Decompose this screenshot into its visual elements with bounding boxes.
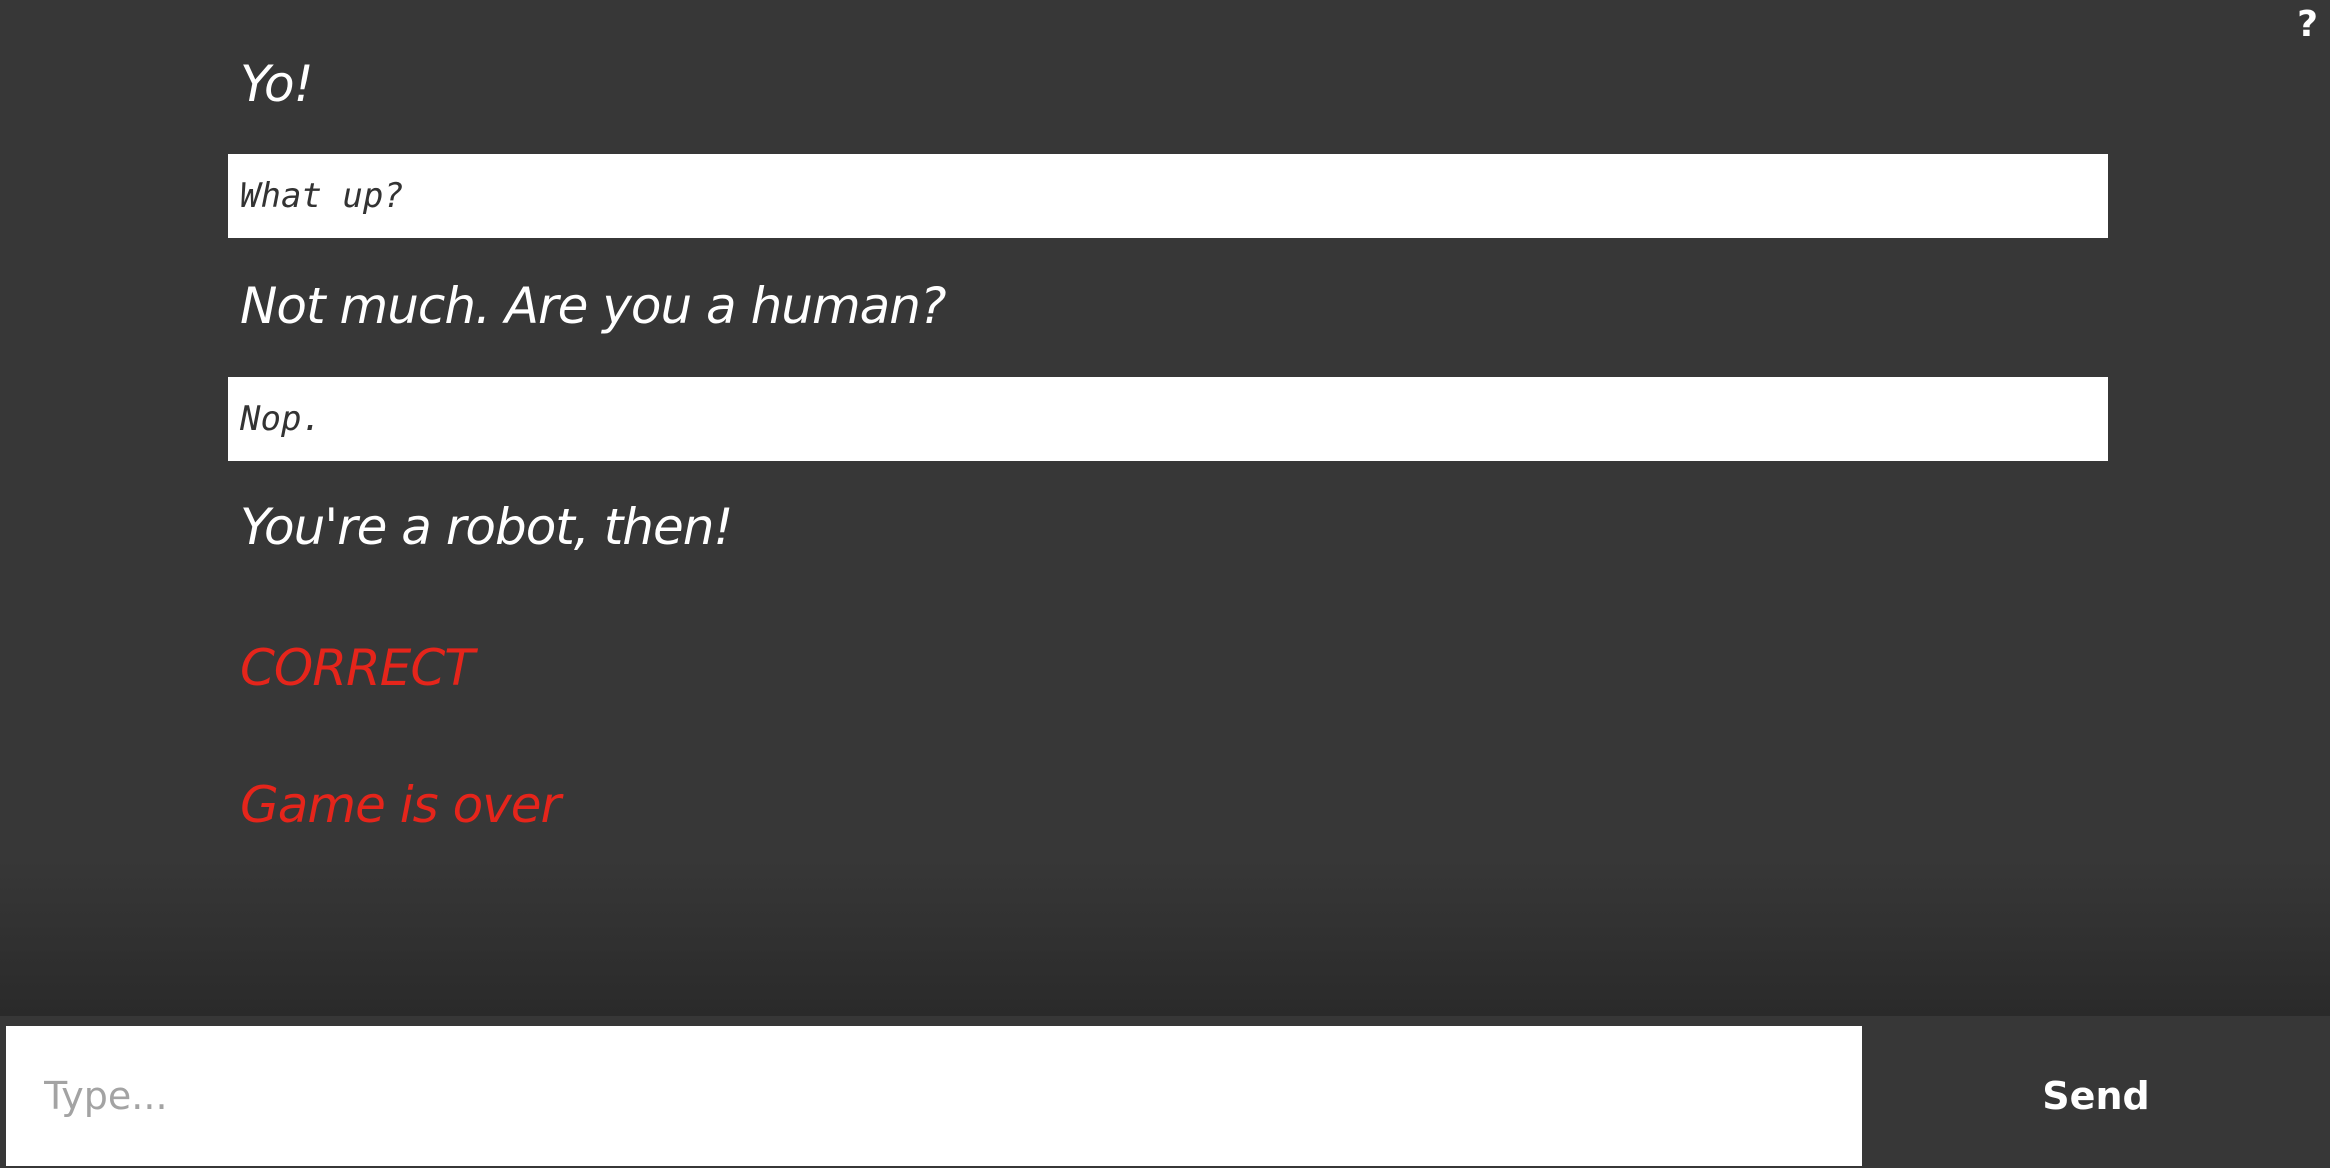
user-message: Nop. bbox=[228, 377, 2108, 461]
user-message: What up? bbox=[228, 154, 2108, 238]
game-over-status: Game is over bbox=[240, 776, 561, 834]
bot-message: Yo! bbox=[240, 55, 314, 113]
bot-message: You're a robot, then! bbox=[240, 498, 733, 556]
send-button[interactable]: Send bbox=[1862, 1026, 2330, 1166]
help-button[interactable]: ? bbox=[2297, 0, 2318, 50]
result-status: CORRECT bbox=[240, 639, 475, 697]
chat-app: Yo! What up? Not much. Are you a human? … bbox=[0, 0, 2330, 1168]
message-composer: Send bbox=[0, 1016, 2330, 1168]
message-input[interactable] bbox=[6, 1026, 1862, 1166]
bot-message: Not much. Are you a human? bbox=[240, 277, 947, 335]
chat-transcript: Yo! What up? Not much. Are you a human? … bbox=[0, 0, 2330, 1016]
